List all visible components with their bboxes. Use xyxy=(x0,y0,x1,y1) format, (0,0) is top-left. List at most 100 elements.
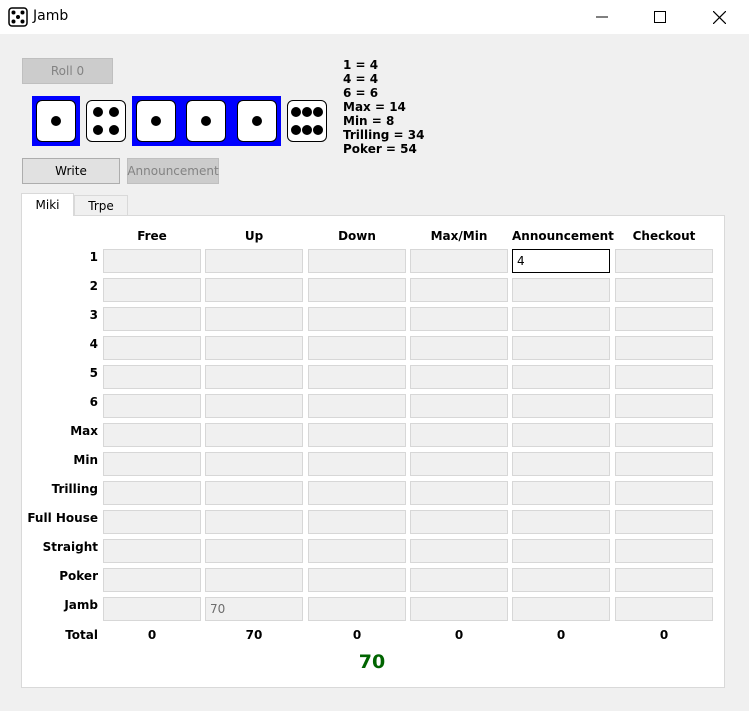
score-cell[interactable] xyxy=(205,365,303,389)
score-cell[interactable] xyxy=(615,394,713,418)
score-cell[interactable] xyxy=(308,365,406,389)
score-cell[interactable] xyxy=(205,510,303,534)
score-cell[interactable]: 4 xyxy=(512,249,610,273)
score-cell[interactable] xyxy=(205,568,303,592)
score-cell[interactable] xyxy=(205,307,303,331)
score-cell[interactable] xyxy=(103,510,201,534)
tab-trpe[interactable]: Trpe xyxy=(74,195,128,216)
tab-miki[interactable]: Miki xyxy=(21,193,74,216)
score-cell[interactable] xyxy=(615,568,713,592)
score-cell[interactable] xyxy=(615,597,713,621)
score-cell[interactable] xyxy=(512,452,610,476)
hint-line: 4 = 4 xyxy=(343,72,379,86)
score-cell[interactable] xyxy=(308,597,406,621)
score-cell[interactable] xyxy=(205,481,303,505)
score-cell[interactable] xyxy=(103,568,201,592)
score-cell[interactable] xyxy=(205,452,303,476)
score-cell[interactable] xyxy=(410,336,508,360)
score-cell[interactable] xyxy=(103,365,201,389)
score-cell[interactable] xyxy=(512,539,610,563)
score-cell[interactable] xyxy=(205,423,303,447)
score-cell[interactable] xyxy=(512,423,610,447)
score-cell[interactable] xyxy=(308,249,406,273)
score-cell[interactable] xyxy=(410,539,508,563)
die-1[interactable] xyxy=(36,100,76,142)
score-cell[interactable] xyxy=(308,481,406,505)
score-cell[interactable] xyxy=(410,394,508,418)
score-cell[interactable] xyxy=(103,249,201,273)
score-cell[interactable] xyxy=(410,307,508,331)
die-5[interactable] xyxy=(237,100,277,142)
score-cell[interactable] xyxy=(205,249,303,273)
score-cell[interactable] xyxy=(103,481,201,505)
score-cell[interactable] xyxy=(103,423,201,447)
minimize-button[interactable] xyxy=(573,0,631,34)
score-cell[interactable] xyxy=(410,452,508,476)
score-cell[interactable] xyxy=(205,336,303,360)
score-cell[interactable] xyxy=(615,365,713,389)
score-cell[interactable]: 70 xyxy=(205,597,303,621)
score-cell[interactable] xyxy=(512,307,610,331)
score-cell[interactable] xyxy=(410,510,508,534)
die-pip xyxy=(92,107,103,118)
score-cell[interactable] xyxy=(615,510,713,534)
score-cell[interactable] xyxy=(410,481,508,505)
score-cell[interactable] xyxy=(103,597,201,621)
row-label: Poker xyxy=(59,569,98,583)
score-cell[interactable] xyxy=(308,278,406,302)
score-cell[interactable] xyxy=(410,423,508,447)
score-cell[interactable] xyxy=(103,394,201,418)
score-cell[interactable] xyxy=(308,307,406,331)
score-cell[interactable] xyxy=(205,278,303,302)
score-cell[interactable] xyxy=(512,597,610,621)
score-cell[interactable] xyxy=(615,481,713,505)
score-cell[interactable] xyxy=(308,394,406,418)
score-cell[interactable] xyxy=(615,539,713,563)
score-cell[interactable] xyxy=(512,510,610,534)
announcement-button[interactable]: Announcement xyxy=(127,158,219,184)
column-total: 70 xyxy=(245,628,263,642)
score-cell[interactable] xyxy=(615,249,713,273)
score-cell[interactable] xyxy=(308,452,406,476)
score-cell[interactable] xyxy=(410,365,508,389)
score-cell[interactable] xyxy=(615,278,713,302)
score-cell[interactable] xyxy=(308,568,406,592)
score-cell[interactable] xyxy=(103,539,201,563)
roll-button[interactable]: Roll 0 xyxy=(22,58,113,84)
score-cell[interactable] xyxy=(512,278,610,302)
die-2[interactable] xyxy=(86,100,126,142)
score-cell[interactable] xyxy=(410,249,508,273)
maximize-button[interactable] xyxy=(631,0,689,34)
close-button[interactable] xyxy=(690,0,748,34)
die-4[interactable] xyxy=(186,100,226,142)
score-cell[interactable] xyxy=(512,394,610,418)
score-cell[interactable] xyxy=(410,278,508,302)
score-cell[interactable] xyxy=(103,336,201,360)
score-cell[interactable] xyxy=(512,481,610,505)
score-cell[interactable] xyxy=(615,307,713,331)
row-label: Min xyxy=(73,453,98,467)
score-cell[interactable] xyxy=(512,568,610,592)
score-cell[interactable] xyxy=(103,278,201,302)
score-cell[interactable] xyxy=(615,452,713,476)
die-pip xyxy=(291,124,302,135)
write-button[interactable]: Write xyxy=(22,158,120,184)
score-cell[interactable] xyxy=(615,336,713,360)
score-cell[interactable] xyxy=(615,423,713,447)
score-cell[interactable] xyxy=(512,365,610,389)
score-cell[interactable] xyxy=(205,539,303,563)
die-3[interactable] xyxy=(136,100,176,142)
score-cell[interactable] xyxy=(410,597,508,621)
row-label: 1 xyxy=(89,250,98,264)
column-total: 0 xyxy=(352,628,362,642)
score-cell[interactable] xyxy=(103,307,201,331)
score-cell[interactable] xyxy=(308,423,406,447)
score-cell[interactable] xyxy=(103,452,201,476)
score-cell[interactable] xyxy=(308,336,406,360)
score-cell[interactable] xyxy=(308,510,406,534)
score-cell[interactable] xyxy=(205,394,303,418)
score-cell[interactable] xyxy=(410,568,508,592)
score-cell[interactable] xyxy=(512,336,610,360)
score-cell[interactable] xyxy=(308,539,406,563)
die-6[interactable] xyxy=(287,100,327,142)
